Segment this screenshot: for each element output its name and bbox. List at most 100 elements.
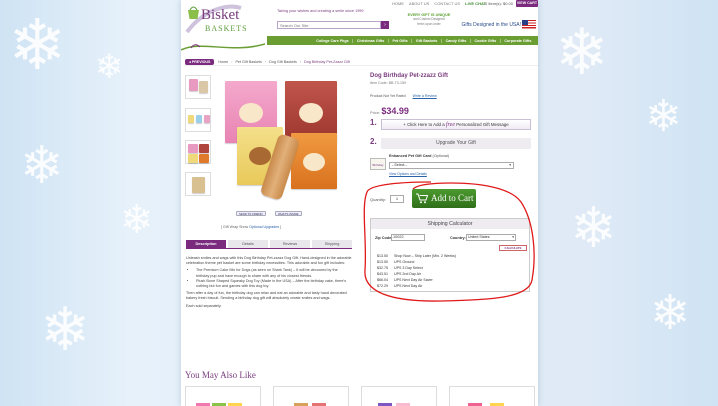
nav-item-cookie[interactable]: Cookie Gifts bbox=[469, 38, 500, 43]
nav-item-candy[interactable]: Candy Gifts bbox=[440, 38, 470, 43]
page-container: Bisket BASKETS Taking your wishes and cr… bbox=[181, 0, 538, 406]
main-nav: College Care Pkgs Christmas Gifts Pet Gi… bbox=[267, 36, 538, 45]
item-code: Item Code: BB-T3-159 bbox=[370, 81, 406, 85]
product-thumbnail[interactable] bbox=[185, 75, 211, 99]
nav-item-gift-baskets[interactable]: Gift Baskets bbox=[411, 38, 441, 43]
gift-wrap-note: [ Gift Wrap Show Optional Upgrades ] bbox=[221, 225, 282, 229]
step-number: 2. bbox=[370, 137, 377, 146]
nav-item-pet[interactable]: Pet Gifts bbox=[387, 38, 411, 43]
view-options-link[interactable]: View Options and Details bbox=[389, 172, 427, 176]
promo-text: EVERY GIFT IS UNIQUE and Custom Designed… bbox=[400, 13, 458, 26]
product-box-image bbox=[188, 115, 194, 123]
gift-card-label: Enhanced Pet Gift Card (Optional) bbox=[389, 154, 449, 158]
related-product-thumbnail[interactable] bbox=[449, 386, 535, 406]
nav-item-college[interactable]: College Care Pkgs bbox=[313, 39, 353, 43]
search-input[interactable] bbox=[277, 21, 381, 29]
snowflake-icon: ❄ bbox=[40, 296, 91, 363]
top-link-live-chat[interactable]: LIVE CHAT bbox=[465, 1, 486, 6]
tab-details[interactable]: Details bbox=[228, 240, 268, 248]
breadcrumb-pet-gift-baskets[interactable]: Pet Gift Baskets bbox=[235, 60, 261, 64]
logo-text: Bisket bbox=[201, 7, 240, 23]
product-box-image bbox=[199, 154, 209, 163]
cart-summary: 0 Item(s): $0.00 bbox=[484, 1, 513, 6]
logo-subtext: BASKETS bbox=[205, 24, 248, 33]
site-header: Bisket BASKETS Taking your wishes and cr… bbox=[181, 0, 538, 40]
snowflake-icon: ❄ bbox=[650, 287, 691, 340]
snowflake-icon: ❄ bbox=[120, 198, 154, 242]
product-box-image bbox=[192, 177, 205, 193]
optional-upgrades-link[interactable]: Optional Upgrades bbox=[249, 225, 279, 229]
breadcrumb-dog-gift-baskets[interactable]: Dog Gift Baskets bbox=[269, 60, 297, 64]
product-thumbnail[interactable] bbox=[185, 108, 211, 132]
gift-card-label-bold: Enhanced Pet Gift Card bbox=[389, 154, 432, 158]
top-link-about[interactable]: ABOUT US bbox=[409, 1, 429, 6]
product-box-image bbox=[188, 154, 198, 163]
description-intro: Unleash smiles and wags with this Dog Bi… bbox=[186, 256, 352, 266]
step-number: 1. bbox=[370, 118, 377, 127]
tagline: Taking your wishes and creating a smile … bbox=[277, 9, 364, 13]
tab-description[interactable]: Description bbox=[186, 240, 226, 248]
related-product-thumbnail[interactable] bbox=[185, 386, 261, 406]
description-note: Each sold separately. bbox=[186, 303, 222, 308]
write-review-link[interactable]: Write a Review bbox=[413, 94, 437, 98]
gift-card-thumbnail: Birthday bbox=[370, 158, 386, 170]
top-link-contact[interactable]: CONTACT US bbox=[434, 1, 460, 6]
description-list: The Premium Cake Mix for Dogs (as seen o… bbox=[196, 268, 352, 289]
product-rating: Product Not Yet Rated Write a Review bbox=[370, 94, 437, 98]
related-product-thumbnail[interactable] bbox=[361, 386, 437, 406]
price-label: Price: bbox=[370, 110, 381, 115]
product-box-image bbox=[199, 81, 208, 93]
breadcrumb-current: Dog Birthday Pet-Zzazz Gift bbox=[304, 59, 350, 64]
breadcrumb-separator: › bbox=[264, 59, 267, 64]
gift-message-free: free bbox=[445, 122, 455, 128]
also-like-heading: You May Also Like bbox=[185, 370, 256, 380]
view-cart-button[interactable]: VIEW CART bbox=[516, 0, 538, 7]
top-link-home[interactable]: HOME bbox=[392, 1, 404, 6]
gift-message-prefix: + Click Here to Add a bbox=[403, 122, 445, 127]
product-main-image bbox=[219, 75, 343, 205]
site-logo[interactable]: Bisket BASKETS bbox=[185, 2, 247, 38]
product-tabs: Description Details Reviews Shipping bbox=[186, 240, 352, 249]
gift-wrap-text: Gift Wrap Show bbox=[223, 225, 249, 229]
usa-text: Gifts Designed in the USA! bbox=[461, 21, 521, 28]
send-to-friend-button[interactable]: SEND TO FRIEND bbox=[236, 211, 266, 216]
previous-button[interactable]: ◂ PREVIOUS bbox=[185, 58, 215, 65]
snowflake-icon: ❄ bbox=[20, 137, 64, 195]
top-links: HOME ABOUT US CONTACT US LIVE CHAT bbox=[392, 1, 490, 6]
snowflake-icon: ❄ bbox=[95, 48, 124, 86]
nav-item-corporate[interactable]: Corporate Gifts bbox=[499, 38, 535, 43]
search-icon[interactable]: › bbox=[381, 21, 389, 29]
breadcrumb-home[interactable]: Home bbox=[218, 60, 228, 64]
nav-item-christmas[interactable]: Christmas Gifts bbox=[352, 38, 388, 43]
product-box-image bbox=[189, 79, 198, 91]
usa-badge: Gifts Designed in the USA! bbox=[462, 20, 536, 29]
add-gift-message-button[interactable]: + Click Here to Add a free Personalized … bbox=[381, 119, 531, 130]
snowflake-icon: ❄ bbox=[645, 92, 682, 141]
product-title: Dog Birthday Pet-zzazz Gift bbox=[370, 73, 449, 79]
breadcrumb-separator: › bbox=[299, 59, 302, 64]
rating-text: Product Not Yet Rated bbox=[370, 94, 406, 98]
list-item: Plush Bone Shaped Squeaky Dog Toy (Made … bbox=[196, 279, 352, 289]
whats-inside-button[interactable]: WHAT'S INSIDE bbox=[275, 211, 302, 216]
gift-card-select[interactable]: --Select-- bbox=[389, 162, 514, 169]
tab-shipping[interactable]: Shipping bbox=[312, 240, 352, 248]
gift-card-label-optional: (Optional) bbox=[432, 154, 450, 158]
price-value: $34.99 bbox=[381, 106, 409, 116]
product-thumbnail[interactable] bbox=[185, 140, 211, 164]
tab-reviews[interactable]: Reviews bbox=[270, 240, 310, 248]
snowflake-icon: ❄ bbox=[8, 6, 67, 84]
product-box-image bbox=[204, 115, 210, 123]
red-annotation-circle bbox=[363, 181, 535, 302]
related-product-thumbnail[interactable] bbox=[273, 386, 349, 406]
snowflake-icon: ❄ bbox=[570, 196, 617, 259]
description-panel: Unleash smiles and wags with this Dog Bi… bbox=[186, 256, 352, 311]
product-box-image bbox=[196, 115, 202, 123]
previous-label: PREVIOUS bbox=[191, 59, 211, 64]
breadcrumb: ◂ PREVIOUS Home › Pet Gift Baskets › Dog… bbox=[185, 58, 538, 66]
upgrade-gift-header: Upgrade Your Gift bbox=[381, 138, 531, 149]
promo-line: fresh upon order bbox=[417, 21, 441, 26]
decorative-swirl bbox=[181, 43, 265, 51]
product-box-image bbox=[188, 144, 198, 153]
product-thumbnail[interactable] bbox=[185, 172, 211, 196]
list-item: The Premium Cake Mix for Dogs (as seen o… bbox=[196, 268, 352, 278]
